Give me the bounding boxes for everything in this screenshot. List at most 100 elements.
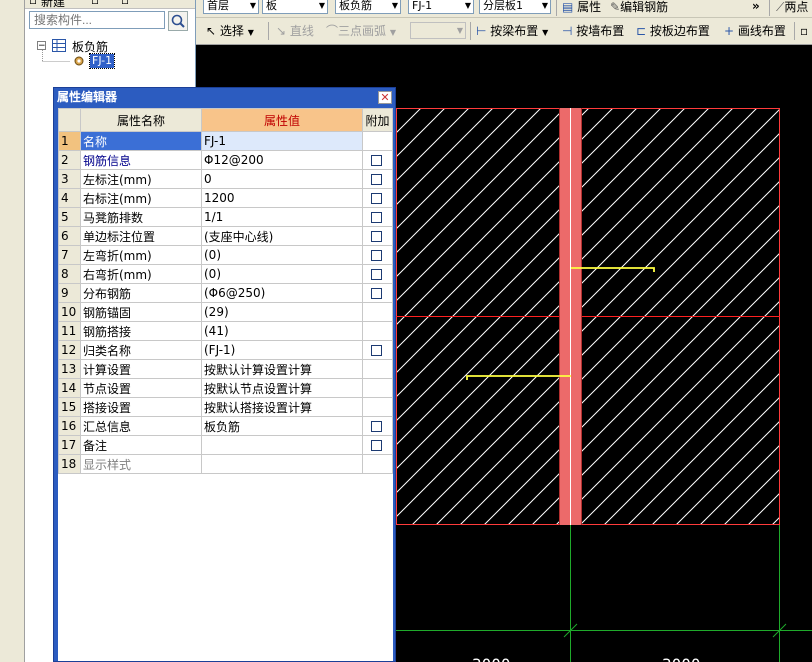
property-value[interactable]: 按默认计算设置计算 bbox=[201, 359, 363, 379]
attribute-button[interactable]: ▤ 属性 bbox=[562, 0, 601, 17]
property-row[interactable]: 6 单边标注位置 (支座中心线) bbox=[58, 226, 393, 246]
property-row[interactable]: 17 备注 bbox=[58, 435, 393, 455]
property-row[interactable]: 2 钢筋信息 Φ12@200 bbox=[58, 150, 393, 170]
property-value[interactable]: (FJ-1) bbox=[201, 340, 363, 360]
property-row[interactable]: 3 左标注(mm) 0 bbox=[58, 169, 393, 189]
beam-layout-button[interactable]: ⊢ 按梁布置 ▼ bbox=[476, 21, 548, 43]
new-button[interactable]: 新建 bbox=[41, 0, 65, 8]
row-number[interactable]: 16 bbox=[58, 416, 81, 436]
property-value[interactable]: (支座中心线) bbox=[201, 226, 363, 246]
row-number[interactable]: 8 bbox=[58, 264, 81, 284]
extra-checkbox[interactable] bbox=[371, 440, 382, 451]
property-name[interactable]: 左弯折(mm) bbox=[80, 245, 202, 265]
layer-select[interactable]: 分层板1 ▼ bbox=[479, 0, 551, 14]
type-select[interactable]: 板 ▼ bbox=[262, 0, 328, 14]
property-name[interactable]: 单边标注位置 bbox=[80, 226, 202, 246]
property-row[interactable]: 15 搭接设置 按默认搭接设置计算 bbox=[58, 397, 393, 417]
extra-checkbox[interactable] bbox=[371, 269, 382, 280]
extra-checkbox[interactable] bbox=[371, 174, 382, 185]
property-name[interactable]: 左标注(mm) bbox=[80, 169, 202, 189]
row-number[interactable]: 5 bbox=[58, 207, 81, 227]
subtype-select[interactable]: 板负筋 ▼ bbox=[335, 0, 401, 14]
property-value[interactable]: (29) bbox=[201, 302, 363, 322]
extra-checkbox[interactable] bbox=[371, 231, 382, 242]
row-number[interactable]: 1 bbox=[58, 131, 81, 151]
property-row[interactable]: 12 归类名称 (FJ-1) bbox=[58, 340, 393, 360]
property-row[interactable]: 11 钢筋搭接 (41) bbox=[58, 321, 393, 341]
property-value[interactable] bbox=[201, 435, 363, 455]
toolbar-overflow-button[interactable]: » bbox=[752, 0, 760, 16]
property-name[interactable]: 右弯折(mm) bbox=[80, 264, 202, 284]
property-name[interactable]: 马凳筋排数 bbox=[80, 207, 202, 227]
property-row[interactable]: 9 分布钢筋 (Φ6@250) bbox=[58, 283, 393, 303]
property-value[interactable]: (41) bbox=[201, 321, 363, 341]
tree-collapse-toggle[interactable]: − bbox=[37, 41, 46, 51]
tree-item-selected[interactable]: FJ-1 bbox=[88, 53, 116, 69]
property-name[interactable]: 右标注(mm) bbox=[80, 188, 202, 208]
dialog-close-button[interactable]: ✕ bbox=[378, 91, 392, 104]
property-name[interactable]: 分布钢筋 bbox=[80, 283, 202, 303]
property-value[interactable]: 按默认节点设置计算 bbox=[201, 378, 363, 398]
property-value[interactable]: FJ-1 bbox=[201, 131, 363, 151]
arc-button[interactable]: ⌒三点画弧 ▼ bbox=[326, 21, 396, 43]
property-row[interactable]: 7 左弯折(mm) (0) bbox=[58, 245, 393, 265]
property-value[interactable] bbox=[201, 454, 363, 474]
property-value[interactable]: (Φ6@250) bbox=[201, 283, 363, 303]
copy-icon[interactable]: ▫ bbox=[91, 0, 99, 7]
property-row[interactable]: 13 计算设置 按默认计算设置计算 bbox=[58, 359, 393, 379]
property-name[interactable]: 搭接设置 bbox=[80, 397, 202, 417]
extra-checkbox[interactable] bbox=[371, 250, 382, 261]
row-number[interactable]: 4 bbox=[58, 188, 81, 208]
header-extra[interactable]: 附加 bbox=[362, 108, 393, 132]
search-input[interactable] bbox=[29, 11, 165, 29]
property-name[interactable]: +显示样式 bbox=[80, 454, 202, 474]
arc-option-select[interactable]: ▼ bbox=[410, 22, 466, 39]
row-number[interactable]: 2 bbox=[58, 150, 81, 170]
property-name[interactable]: 钢筋信息 bbox=[80, 150, 202, 170]
row-number[interactable]: 15 bbox=[58, 397, 81, 417]
extra-checkbox[interactable] bbox=[371, 155, 382, 166]
property-name[interactable]: 计算设置 bbox=[80, 359, 202, 379]
row-number[interactable]: 11 bbox=[58, 321, 81, 341]
property-row[interactable]: 4 右标注(mm) 1200 bbox=[58, 188, 393, 208]
new-icon[interactable]: ▫ bbox=[29, 0, 37, 7]
property-name[interactable]: 备注 bbox=[80, 435, 202, 455]
search-button[interactable] bbox=[168, 11, 188, 31]
property-row[interactable]: 8 右弯折(mm) (0) bbox=[58, 264, 393, 284]
property-row[interactable]: 14 节点设置 按默认节点设置计算 bbox=[58, 378, 393, 398]
property-row[interactable]: 18+显示样式 bbox=[58, 454, 393, 474]
tree-category[interactable]: 板负筋 bbox=[72, 38, 108, 55]
property-name[interactable]: 名称 bbox=[80, 131, 202, 151]
extra-checkbox[interactable] bbox=[371, 288, 382, 299]
edit-rebar-button[interactable]: ✎编辑钢筋 bbox=[610, 0, 668, 17]
row-number[interactable]: 17 bbox=[58, 435, 81, 455]
property-row[interactable]: 10 钢筋锚固 (29) bbox=[58, 302, 393, 322]
property-value[interactable]: (0) bbox=[201, 264, 363, 284]
dialog-title[interactable]: 属性编辑器 bbox=[54, 88, 395, 107]
row-number[interactable]: 18 bbox=[58, 454, 81, 474]
row-number[interactable]: 14 bbox=[58, 378, 81, 398]
property-value[interactable]: Φ12@200 bbox=[201, 150, 363, 170]
extra-checkbox[interactable] bbox=[371, 345, 382, 356]
more-tools-icon[interactable]: ▫ bbox=[800, 21, 808, 41]
row-number[interactable]: 13 bbox=[58, 359, 81, 379]
property-name[interactable]: 钢筋锚固 bbox=[80, 302, 202, 322]
property-value[interactable]: (0) bbox=[201, 245, 363, 265]
property-name[interactable]: 钢筋搭接 bbox=[80, 321, 202, 341]
delete-icon[interactable]: ▫ bbox=[121, 0, 129, 7]
header-property-name[interactable]: 属性名称 bbox=[80, 108, 202, 132]
property-row[interactable]: 5 马凳筋排数 1/1 bbox=[58, 207, 393, 227]
property-row[interactable]: 1 名称 FJ-1 bbox=[58, 131, 393, 151]
row-number[interactable]: 9 bbox=[58, 283, 81, 303]
line-layout-button[interactable]: + 画线布置 bbox=[724, 21, 786, 41]
property-value[interactable]: 板负筋 bbox=[201, 416, 363, 436]
property-name[interactable]: 节点设置 bbox=[80, 378, 202, 398]
line-button[interactable]: ↘ 直线 bbox=[276, 21, 314, 41]
row-number[interactable]: 12 bbox=[58, 340, 81, 360]
extra-checkbox[interactable] bbox=[371, 212, 382, 223]
property-value[interactable]: 按默认搭接设置计算 bbox=[201, 397, 363, 417]
extra-checkbox[interactable] bbox=[371, 421, 382, 432]
property-name[interactable]: 汇总信息 bbox=[80, 416, 202, 436]
wall-layout-button[interactable]: ⊣ 按墙布置 bbox=[562, 21, 624, 41]
component-select[interactable]: FJ-1 ▼ bbox=[408, 0, 474, 14]
